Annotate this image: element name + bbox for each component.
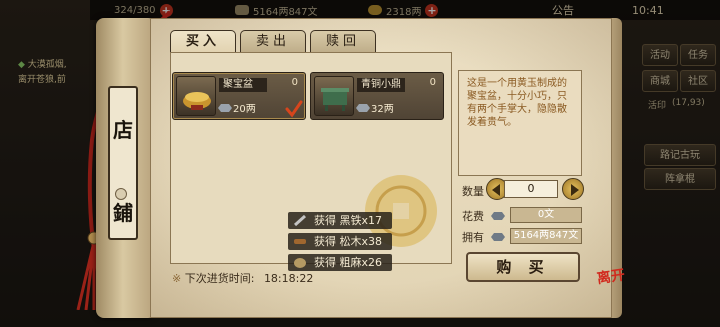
- toast-prefix: 获得: [314, 256, 336, 269]
- restock-timer: ※ 下次进货时间: 18:18:22: [172, 270, 313, 286]
- shop-title-char-1: 店: [113, 118, 133, 142]
- tab-buy[interactable]: 买入: [170, 30, 236, 52]
- plaque-knob-icon: [115, 188, 127, 200]
- toast-prefix: 获得: [314, 214, 336, 227]
- treasure-bowl-icon: [176, 76, 216, 116]
- silver-ingot-icon: [491, 212, 505, 220]
- restock-time: 18:18:22: [263, 272, 314, 285]
- silver-ingot-icon: [491, 233, 505, 241]
- tab-sell[interactable]: 卖出: [240, 30, 306, 52]
- silver-ingot-icon: [356, 104, 370, 112]
- item-price: 20两: [233, 104, 256, 115]
- increase-quantity-button[interactable]: [562, 178, 584, 200]
- shop-item-card[interactable]: 青铜小鼎 0 32两: [310, 72, 444, 120]
- item-count: 0: [429, 77, 436, 88]
- toast-text: 松木x38: [339, 235, 383, 248]
- bronze-cauldron-icon: [314, 76, 354, 116]
- quantity-label: 数量: [462, 185, 484, 198]
- silver-ingot-icon: [218, 104, 232, 112]
- coarse-hemp-icon: [294, 258, 306, 268]
- shop-title-plaque: 店 鋪: [108, 86, 138, 240]
- item-description: 这是一个用黄玉制成的聚宝盆，十分小巧，只有两个手掌大，隐隐散发着贵气。: [458, 70, 582, 176]
- black-iron-icon: [293, 214, 307, 227]
- item-name: 聚宝盆: [219, 78, 267, 92]
- loot-toast: 获得 松木x38: [288, 233, 392, 250]
- quantity-input[interactable]: 0: [504, 180, 558, 198]
- toast-text: 黑铁x17: [339, 214, 383, 227]
- restock-label: 下次进货时间:: [184, 272, 255, 285]
- owned-value: 5164两847文: [510, 228, 582, 244]
- item-name: 青铜小鼎: [357, 78, 405, 92]
- cost-label: 花费: [462, 210, 484, 223]
- tab-redeem[interactable]: 赎回: [310, 30, 376, 52]
- item-price: 32两: [371, 104, 394, 115]
- owned-label: 拥有: [462, 231, 484, 244]
- cost-value: 0文: [510, 207, 582, 223]
- pine-wood-icon: [294, 239, 306, 244]
- leave-seal-button[interactable]: 离开: [596, 267, 630, 302]
- selected-check-icon: [285, 100, 303, 118]
- loot-toast: 获得 黑铁x17: [288, 212, 392, 229]
- toast-prefix: 获得: [314, 235, 336, 248]
- shop-title-char-2: 鋪: [113, 201, 133, 225]
- item-count: 0: [291, 77, 298, 88]
- restock-prefix: ※: [172, 272, 182, 285]
- toast-text: 粗麻x26: [339, 256, 383, 269]
- buy-button[interactable]: 购 买: [466, 252, 580, 282]
- loot-toast: 获得 粗麻x26: [288, 254, 392, 271]
